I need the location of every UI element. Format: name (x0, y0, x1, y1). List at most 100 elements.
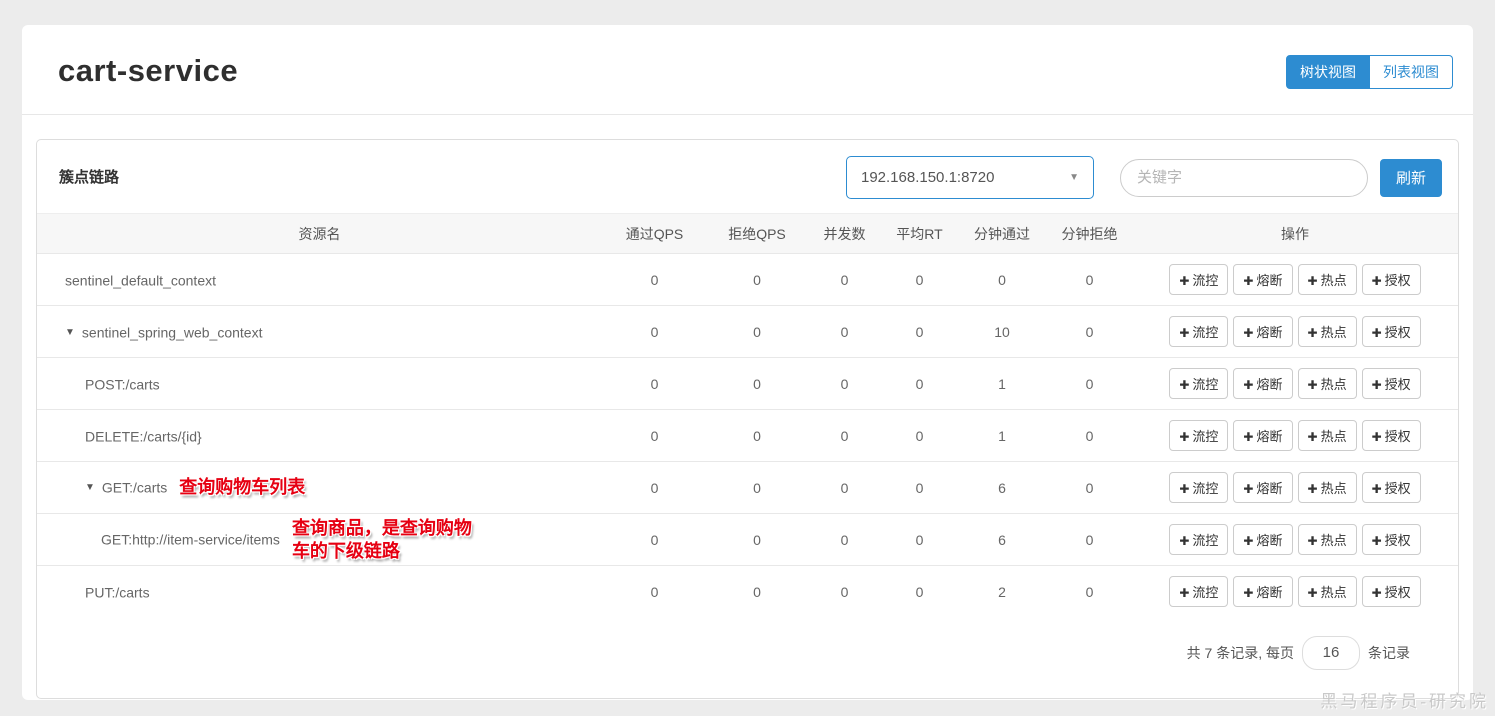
refresh-button[interactable]: 刷新 (1379, 158, 1442, 197)
resource-name-cell: PUT:/carts (37, 566, 602, 618)
table-header-row: 资源名 通过QPS 拒绝QPS 并发数 平均RT 分钟通过 分钟拒绝 操作 (37, 213, 1458, 254)
action-buttons: ✚ 流控 ✚ 熔断 ✚ 热点 ✚ 授权 (1132, 514, 1458, 566)
plus-icon: ✚ (1307, 482, 1318, 496)
plus-icon: ✚ (1307, 534, 1318, 548)
panel-controls: 192.168.150.1:8720 ▼ 刷新 (845, 156, 1442, 199)
add-authority-rule-button[interactable]: ✚ 授权 (1361, 420, 1421, 451)
action-button-label: 熔断 (1256, 585, 1283, 601)
add-param-rule-button[interactable]: ✚ 热点 (1297, 524, 1357, 555)
metric-value: 0 (915, 583, 924, 600)
keyword-search-input[interactable] (1119, 158, 1368, 197)
add-authority-rule-button[interactable]: ✚ 授权 (1361, 316, 1421, 347)
annotation: 查询商品，是查询购物车的下级链路 (291, 518, 472, 561)
plus-icon: ✚ (1179, 326, 1190, 340)
metric-value: 6 (998, 479, 1006, 496)
cluster-link-panel: 簇点链路 192.168.150.1:8720 ▼ 刷新 资源名 通过QPS 拒… (36, 139, 1459, 699)
add-degrade-rule-button[interactable]: ✚ 熔断 (1233, 524, 1293, 555)
metric-value: 0 (915, 323, 924, 340)
resource-name: POST:/carts (85, 376, 160, 393)
metric-value: 0 (1085, 271, 1094, 288)
page-size-input[interactable] (1302, 635, 1360, 670)
metric-value: 0 (753, 375, 761, 392)
add-degrade-rule-button[interactable]: ✚ 熔断 (1233, 576, 1293, 608)
metric-value: 0 (915, 375, 924, 392)
add-flow-rule-button[interactable]: ✚ 流控 (1169, 524, 1229, 555)
metric-value: 0 (840, 271, 849, 288)
view-toggle-group: 树状视图 列表视图 (1286, 55, 1453, 89)
resource-name: DELETE:/carts/{id} (85, 428, 202, 445)
resource-name-cell: GET:http://item-service/items 查询商品，是查询购物车… (37, 514, 602, 566)
plus-icon: ✚ (1371, 326, 1382, 340)
card-header: cart-service 树状视图 列表视图 (22, 25, 1473, 89)
action-button-label: 授权 (1384, 585, 1411, 601)
col-header-block-qps: 拒绝QPS (707, 213, 807, 254)
list-view-button[interactable]: 列表视图 (1370, 55, 1453, 89)
action-buttons: ✚ 流控 ✚ 熔断 ✚ 热点 ✚ 授权 (1132, 566, 1458, 618)
add-param-rule-button[interactable]: ✚ 热点 (1297, 576, 1357, 608)
panel-title: 簇点链路 (59, 169, 120, 186)
expand-caret-icon[interactable]: ▼ (65, 327, 75, 338)
plus-icon: ✚ (1243, 326, 1254, 340)
main-card: cart-service 树状视图 列表视图 簇点链路 192.168.150.… (22, 25, 1473, 700)
action-button-label: 热点 (1320, 377, 1347, 392)
metric-value: 0 (753, 323, 761, 340)
expand-caret-icon[interactable]: ▼ (85, 482, 95, 493)
add-param-rule-button[interactable]: ✚ 热点 (1297, 264, 1357, 295)
add-authority-rule-button[interactable]: ✚ 授权 (1361, 576, 1421, 608)
add-degrade-rule-button[interactable]: ✚ 熔断 (1233, 264, 1293, 295)
add-param-rule-button[interactable]: ✚ 热点 (1297, 368, 1357, 399)
action-button-label: 熔断 (1256, 533, 1283, 548)
add-authority-rule-button[interactable]: ✚ 授权 (1361, 368, 1421, 399)
add-degrade-rule-button[interactable]: ✚ 熔断 (1233, 316, 1293, 347)
annotation: 查询购物车列表 (179, 477, 306, 498)
add-param-rule-button[interactable]: ✚ 热点 (1297, 316, 1357, 347)
resource-name: sentinel_spring_web_context (81, 324, 263, 341)
add-authority-rule-button[interactable]: ✚ 授权 (1361, 524, 1421, 555)
action-button-label: 流控 (1192, 429, 1219, 444)
action-buttons: ✚ 流控 ✚ 熔断 ✚ 热点 ✚ 授权 (1132, 254, 1458, 306)
chevron-down-icon: ▼ (1069, 172, 1079, 183)
plus-icon: ✚ (1307, 430, 1318, 444)
plus-icon: ✚ (1179, 482, 1190, 496)
action-button-label: 热点 (1320, 273, 1347, 288)
add-flow-rule-button[interactable]: ✚ 流控 (1169, 368, 1229, 399)
action-button-label: 授权 (1384, 533, 1411, 548)
add-flow-rule-button[interactable]: ✚ 流控 (1169, 264, 1229, 295)
resource-name: PUT:/carts (85, 584, 150, 601)
action-button-label: 流控 (1192, 585, 1219, 601)
col-header-minute-pass: 分钟通过 (957, 213, 1047, 254)
metric-value: 0 (650, 427, 659, 444)
metric-value: 0 (998, 271, 1006, 288)
col-header-pass-qps: 通过QPS (602, 213, 707, 254)
add-degrade-rule-button[interactable]: ✚ 熔断 (1233, 368, 1293, 399)
panel-header: 簇点链路 192.168.150.1:8720 ▼ 刷新 (37, 140, 1458, 213)
tree-view-button[interactable]: 树状视图 (1286, 55, 1370, 89)
resource-name: sentinel_default_context (65, 272, 216, 289)
metric-value: 0 (650, 323, 659, 340)
action-button-label: 流控 (1192, 533, 1219, 548)
resource-name: GET:http://item-service/items (101, 531, 280, 548)
machine-select-dropdown[interactable]: 192.168.150.1:8720 ▼ (845, 156, 1094, 199)
action-button-label: 流控 (1192, 325, 1219, 340)
add-flow-rule-button[interactable]: ✚ 流控 (1169, 576, 1229, 608)
action-button-label: 热点 (1320, 429, 1347, 444)
add-flow-rule-button[interactable]: ✚ 流控 (1169, 316, 1229, 347)
add-flow-rule-button[interactable]: ✚ 流控 (1169, 420, 1229, 451)
add-flow-rule-button[interactable]: ✚ 流控 (1169, 472, 1229, 503)
metric-value: 0 (915, 271, 924, 288)
add-degrade-rule-button[interactable]: ✚ 熔断 (1233, 472, 1293, 503)
resource-name-cell: ▼ GET:/carts 查询购物车列表 (37, 462, 602, 514)
metric-value: 0 (650, 479, 659, 496)
add-param-rule-button[interactable]: ✚ 热点 (1297, 420, 1357, 451)
add-authority-rule-button[interactable]: ✚ 授权 (1361, 472, 1421, 503)
add-degrade-rule-button[interactable]: ✚ 熔断 (1233, 420, 1293, 451)
metric-value: 0 (1085, 583, 1094, 600)
add-param-rule-button[interactable]: ✚ 热点 (1297, 472, 1357, 503)
metric-value: 1 (998, 375, 1006, 392)
col-header-resource: 资源名 (37, 213, 602, 254)
metric-value: 0 (1085, 375, 1094, 392)
table-footer: 共 7 条记录, 每页 条记录 (37, 618, 1458, 698)
metric-value: 6 (998, 531, 1006, 548)
action-button-label: 熔断 (1256, 377, 1283, 392)
add-authority-rule-button[interactable]: ✚ 授权 (1361, 264, 1421, 295)
